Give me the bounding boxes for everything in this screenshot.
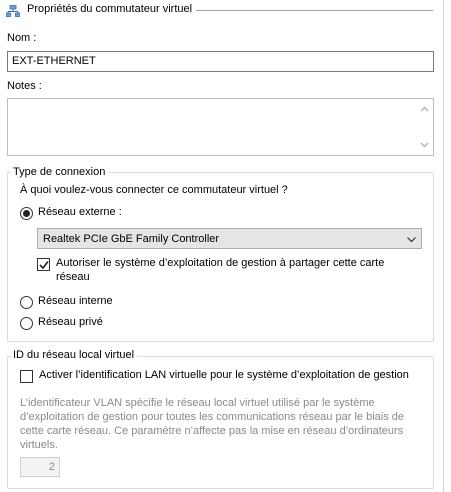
- section-divider: [196, 10, 433, 11]
- internal-network-radio[interactable]: [20, 296, 33, 309]
- name-label: Nom :: [7, 32, 37, 44]
- notes-scrollbar[interactable]: [416, 99, 433, 155]
- internal-network-label[interactable]: Réseau interne: [38, 295, 113, 307]
- vlan-enable-label[interactable]: Activer l’identification LAN virtuelle p…: [39, 369, 409, 381]
- vlan-group-title: ID du réseau local virtuel: [11, 349, 138, 361]
- share-adapter-label-line2[interactable]: réseau: [56, 271, 90, 283]
- connection-type-title: Type de connexion: [11, 166, 109, 178]
- vlan-description-line1: L’identificateur VLAN spécifie le réseau…: [20, 397, 375, 409]
- network-switch-icon: [6, 5, 20, 17]
- notes-label: Notes :: [7, 80, 42, 92]
- share-adapter-checkbox[interactable]: [37, 258, 50, 271]
- vlan-id-input[interactable]: 2: [20, 457, 60, 477]
- share-adapter-label-line1[interactable]: Autoriser le système d’exploitation de g…: [56, 257, 384, 269]
- external-network-radio[interactable]: [20, 207, 33, 220]
- section-title: Propriétés du commutateur virtuel: [27, 3, 193, 15]
- name-input[interactable]: EXT-ETHERNET: [7, 51, 434, 72]
- network-adapter-value: Realtek PCIe GbE Family Controller: [43, 233, 220, 245]
- vlan-description-line2: d’exploitation de gestion pour toutes le…: [20, 411, 405, 423]
- vlan-enable-checkbox[interactable]: [20, 370, 33, 383]
- name-input-value: EXT-ETHERNET: [12, 55, 96, 67]
- checkmark-icon: [39, 261, 49, 270]
- panel-right-border: [443, 0, 444, 492]
- vlan-id-value: 2: [48, 461, 55, 473]
- private-network-radio[interactable]: [20, 317, 33, 330]
- vlan-description-line4: virtuels.: [20, 439, 58, 451]
- vlan-description-line3: cette carte réseau. Ce paramètre n’affec…: [20, 425, 404, 437]
- private-network-label[interactable]: Réseau privé: [38, 316, 103, 328]
- network-adapter-dropdown[interactable]: Realtek PCIe GbE Family Controller: [37, 228, 422, 249]
- chevron-down-icon: [407, 237, 416, 243]
- scroll-up-icon[interactable]: [420, 105, 429, 114]
- external-network-label[interactable]: Réseau externe :: [38, 206, 122, 218]
- connection-question: À quoi voulez-vous connecter ce commutat…: [20, 184, 288, 196]
- notes-textarea[interactable]: [7, 98, 434, 156]
- scroll-down-icon[interactable]: [420, 140, 429, 149]
